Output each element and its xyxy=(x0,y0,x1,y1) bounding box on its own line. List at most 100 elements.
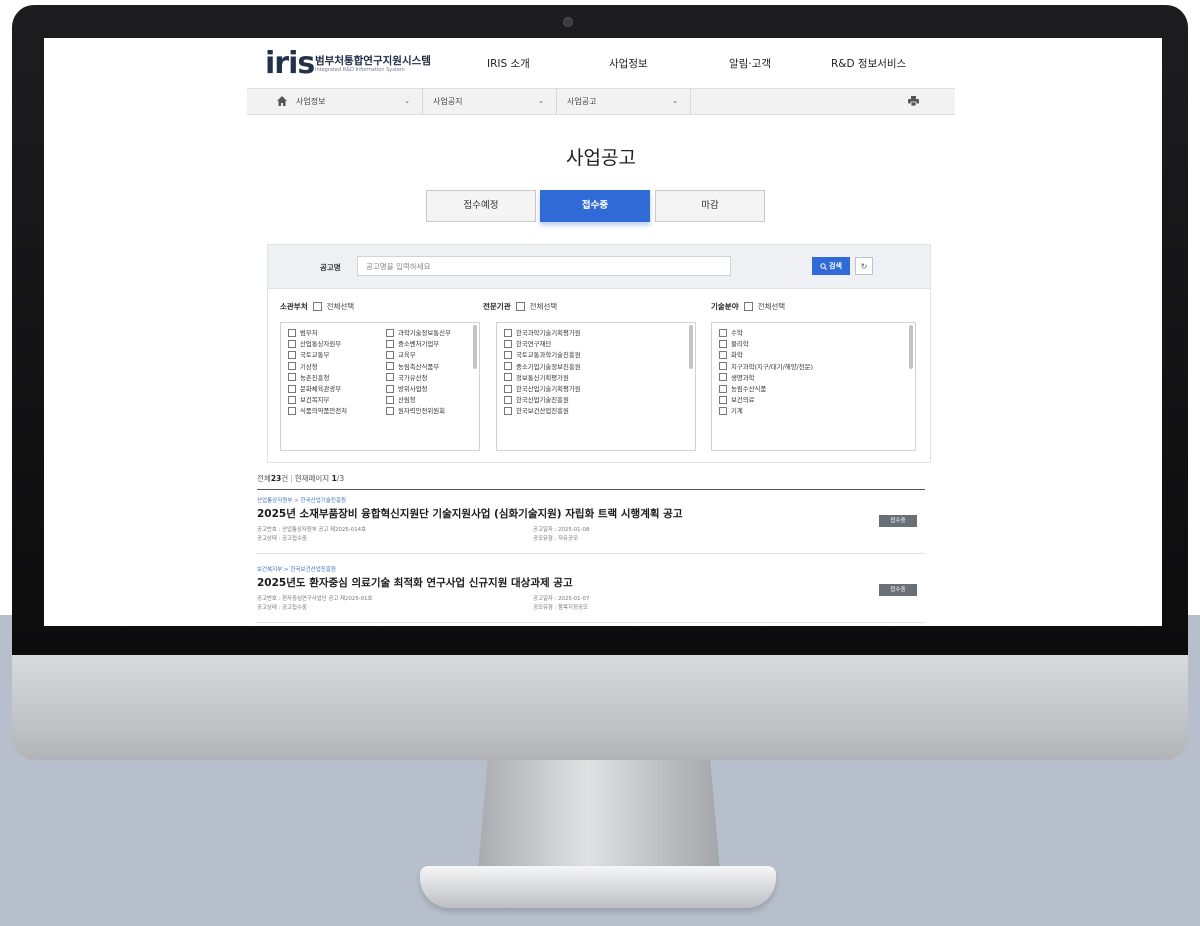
breadcrumb-level2-label: 사업공지 xyxy=(433,97,463,106)
ministry-option-checkbox[interactable] xyxy=(386,350,394,359)
notice-item[interactable]: 보건복지부 > 한국보건산업진흥원 2025년도 환자중심 의료기술 최적화 연… xyxy=(257,559,925,623)
ministry-option-checkbox[interactable] xyxy=(386,339,394,348)
ministry-option-checkbox[interactable] xyxy=(386,362,394,371)
notice-dept: 보건복지부 > 한국보건산업진흥원 xyxy=(257,567,336,573)
breadcrumb-level1[interactable]: 사업정보 ⌄ xyxy=(286,89,423,114)
ministry-option[interactable]: 산림청 xyxy=(386,394,451,405)
ministry-option[interactable]: 농촌진흥청 xyxy=(288,372,347,383)
agency-option[interactable]: 한국연구재단 xyxy=(504,338,581,349)
notice-no-value: 환자중심연구사업단 공고 제2025-01호 xyxy=(282,596,373,602)
status-badge: 접수중 xyxy=(879,584,917,596)
ministry-option-checkbox[interactable] xyxy=(386,384,394,393)
field-scrollbar[interactable] xyxy=(909,325,913,369)
ministry-option[interactable]: 보건복지부 xyxy=(288,394,347,405)
ministry-option-checkbox[interactable] xyxy=(386,373,394,382)
ministry-option[interactable]: 문화체육관광부 xyxy=(288,383,347,394)
ministry-option-checkbox[interactable] xyxy=(288,373,296,382)
logo-text: iris xyxy=(265,46,315,81)
ministry-option[interactable]: 교육부 xyxy=(386,349,451,360)
notice-item[interactable]: 산업통상자원부 > 한국산업기술진흥원 2025년 소재부품장비 융합혁신지원단… xyxy=(257,490,925,554)
ministry-list[interactable]: 범부처 산업통상자원부 국토교통부 기상청 농촌진흥청 문화체육관광부 보건복지부 식품의약품… xyxy=(280,322,480,451)
reset-button[interactable]: ↻ xyxy=(855,257,873,275)
agency-option[interactable]: 한국보건산업진흥원 xyxy=(504,405,581,416)
ministry-option[interactable]: 방위사업청 xyxy=(386,383,451,394)
agency-option-checkbox[interactable] xyxy=(504,328,512,337)
field-option[interactable]: 농림수산식품 xyxy=(719,383,813,394)
gnb-iris-intro[interactable]: IRIS 소개 xyxy=(487,56,530,71)
agency-option-checkbox[interactable] xyxy=(504,362,512,371)
breadcrumb-level3[interactable]: 사업공고 ⌄ xyxy=(557,89,691,114)
ministry-option[interactable]: 식품의약품안전처 xyxy=(288,405,347,416)
agency-scrollbar[interactable] xyxy=(689,325,693,369)
breadcrumb-level2[interactable]: 사업공지 ⌄ xyxy=(423,89,557,114)
gnb-notice-support[interactable]: 알림·고객 xyxy=(729,56,771,71)
field-option-checkbox[interactable] xyxy=(719,395,727,404)
tab-closed[interactable]: 마감 xyxy=(655,190,765,222)
ministry-list-col1: 범부처 산업통상자원부 국토교통부 기상청 농촌진흥청 문화체육관광부 보건복지부 식품의약품… xyxy=(288,327,347,417)
field-option-checkbox[interactable] xyxy=(719,328,727,337)
ministry-option-checkbox[interactable] xyxy=(288,406,296,415)
search-input[interactable] xyxy=(357,256,731,276)
field-option[interactable]: 기계 xyxy=(719,405,813,416)
ministry-option-checkbox[interactable] xyxy=(288,350,296,359)
field-list[interactable]: 수학 물리학 화학 지구과학(지구/대기/해양/천문) 생명과학 농림수산식품 보건의료 기계 xyxy=(711,322,916,451)
field-option-checkbox[interactable] xyxy=(719,406,727,415)
agency-option-checkbox[interactable] xyxy=(504,339,512,348)
agency-option[interactable]: 정보통신기획평가원 xyxy=(504,372,581,383)
ministry-option-checkbox[interactable] xyxy=(386,328,394,337)
field-option[interactable]: 지구과학(지구/대기/해양/천문) xyxy=(719,361,813,372)
ministry-option[interactable]: 과학기술정보통신부 xyxy=(386,327,451,338)
ministry-option-checkbox[interactable] xyxy=(386,395,394,404)
agency-option[interactable]: 한국과학기술기획평가원 xyxy=(504,327,581,338)
ministry-option[interactable]: 국토교통부 xyxy=(288,349,347,360)
field-option[interactable]: 생명과학 xyxy=(719,372,813,383)
agency-option[interactable]: 중소기업기술정보진흥원 xyxy=(504,361,581,372)
agency-option-checkbox[interactable] xyxy=(504,406,512,415)
ministry-option[interactable]: 중소벤처기업부 xyxy=(386,338,451,349)
agency-option-checkbox[interactable] xyxy=(504,395,512,404)
field-option-checkbox[interactable] xyxy=(719,384,727,393)
ministry-option[interactable]: 범부처 xyxy=(288,327,347,338)
result-page-label: 현재페이지 xyxy=(294,474,330,483)
ministry-option[interactable]: 기상청 xyxy=(288,361,347,372)
ministry-option-checkbox[interactable] xyxy=(288,339,296,348)
agency-option[interactable]: 한국산업기술진흥원 xyxy=(504,394,581,405)
agency-option[interactable]: 한국산업기술기획평가원 xyxy=(504,383,581,394)
ministry-option-checkbox[interactable] xyxy=(288,384,296,393)
agency-list[interactable]: 한국과학기술기획평가원 한국연구재단 국토교통과학기술진흥원 중소기업기술정보진흥원 정… xyxy=(496,322,696,451)
ministry-select-all-checkbox[interactable] xyxy=(312,302,322,311)
field-option-checkbox[interactable] xyxy=(719,339,727,348)
agency-option-checkbox[interactable] xyxy=(504,350,512,359)
ministry-option[interactable]: 산업통상자원부 xyxy=(288,338,347,349)
field-option[interactable]: 물리학 xyxy=(719,338,813,349)
agency-option-label: 한국산업기술진흥원 xyxy=(516,396,569,405)
ministry-option-checkbox[interactable] xyxy=(386,406,394,415)
notice-title[interactable]: 2025년 소재부품장비 융합혁신지원단 기술지원사업 (심화기술지원) 자립화… xyxy=(257,506,682,521)
agency-select-all-checkbox[interactable] xyxy=(515,302,525,311)
agency-option[interactable]: 국토교통과학기술진흥원 xyxy=(504,349,581,360)
ministry-option[interactable]: 농림축산식품부 xyxy=(386,361,451,372)
search-button[interactable]: 검색 xyxy=(812,257,850,275)
ministry-option-checkbox[interactable] xyxy=(288,395,296,404)
tab-receiving[interactable]: 접수중 xyxy=(540,190,650,222)
iris-logo[interactable]: iris xyxy=(265,49,315,79)
ministry-option[interactable]: 국가유산청 xyxy=(386,372,451,383)
notice-title[interactable]: 2025년도 환자중심 의료기술 최적화 연구사업 신규지원 대상과제 공고 xyxy=(257,575,573,590)
field-option-checkbox[interactable] xyxy=(719,350,727,359)
ministry-option-checkbox[interactable] xyxy=(288,328,296,337)
print-icon[interactable] xyxy=(908,96,919,106)
gnb-rnd-info[interactable]: R&D 정보서비스 xyxy=(831,56,906,71)
agency-option-checkbox[interactable] xyxy=(504,384,512,393)
ministry-scrollbar[interactable] xyxy=(473,325,477,369)
field-option-checkbox[interactable] xyxy=(719,373,727,382)
field-option[interactable]: 수학 xyxy=(719,327,813,338)
ministry-option[interactable]: 원자력안전위원회 xyxy=(386,405,451,416)
tab-upcoming[interactable]: 접수예정 xyxy=(426,190,536,222)
field-select-all-checkbox[interactable] xyxy=(743,302,753,311)
field-option-checkbox[interactable] xyxy=(719,362,727,371)
field-option[interactable]: 화학 xyxy=(719,349,813,360)
ministry-option-checkbox[interactable] xyxy=(288,362,296,371)
field-option[interactable]: 보건의료 xyxy=(719,394,813,405)
gnb-business-info[interactable]: 사업정보 xyxy=(609,56,648,71)
agency-option-checkbox[interactable] xyxy=(504,373,512,382)
